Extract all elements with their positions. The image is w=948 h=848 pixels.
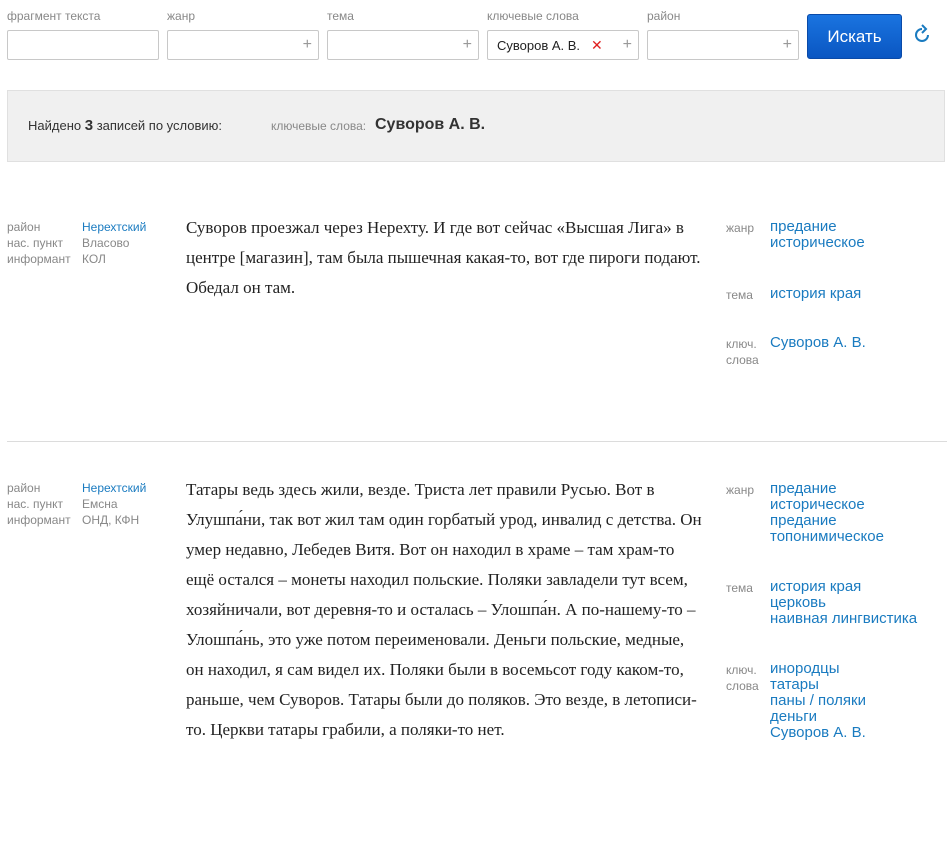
- district-row: район Нерехтский: [7, 480, 177, 496]
- district-label: район: [7, 481, 41, 495]
- found-count: 3: [84, 117, 94, 134]
- settlement-value: Власово: [82, 236, 130, 250]
- district-label: район: [7, 220, 41, 234]
- topic-link[interactable]: церковь: [770, 595, 917, 611]
- informant-value: ОНД, КФН: [82, 513, 140, 527]
- summary-keywords-label: ключевые слова:: [271, 119, 367, 133]
- topic-label: тема: [327, 9, 354, 23]
- topic-link[interactable]: наивная лингвистика: [770, 611, 917, 627]
- genre-link[interactable]: предание топонимическое: [770, 513, 884, 545]
- found-suffix: записей по условию:: [96, 118, 223, 133]
- informant-row: информант КОЛ: [7, 251, 177, 267]
- keyword-link[interactable]: Суворов А. В.: [770, 725, 866, 741]
- informant-row: информант ОНД, КФН: [7, 512, 177, 528]
- record-meta: район Нерехтский нас. пункт Власово инфо…: [7, 219, 177, 267]
- settlement-value: Емсна: [82, 497, 118, 511]
- settlement-row: нас. пункт Власово: [7, 235, 177, 251]
- keyword-tag: Суворов А. В.: [497, 38, 581, 53]
- topic-label: тема: [726, 581, 753, 595]
- district-filter: район +: [647, 8, 799, 60]
- found-count-text: Найдено 3 записей по условию:: [28, 117, 222, 134]
- fragment-input[interactable]: [7, 30, 159, 60]
- topic-link[interactable]: история края: [770, 579, 917, 595]
- keyword-link[interactable]: инородцы: [770, 661, 866, 677]
- keywords-label: ключ. слова: [726, 663, 759, 693]
- genre-input[interactable]: +: [167, 30, 319, 60]
- topic-input[interactable]: +: [327, 30, 479, 60]
- keyword-link[interactable]: татары: [770, 677, 866, 693]
- genre-link[interactable]: предание историческое: [770, 219, 880, 251]
- informant-value: КОЛ: [82, 252, 106, 266]
- plus-icon[interactable]: +: [303, 36, 312, 54]
- genre-link[interactable]: предание историческое: [770, 481, 880, 513]
- record-meta: район Нерехтский нас. пункт Емсна информ…: [7, 480, 177, 528]
- district-label: район: [647, 9, 681, 23]
- results-summary: Найдено 3 записей по условию: ключевые с…: [7, 90, 945, 162]
- genre-label: жанр: [167, 9, 196, 23]
- keyword-values: Суворов А. В.: [770, 335, 866, 351]
- topic-values: история края: [770, 286, 861, 302]
- plus-icon[interactable]: +: [463, 36, 472, 54]
- keyword-link[interactable]: деньги: [770, 709, 866, 725]
- settlement-label: нас. пункт: [7, 497, 63, 511]
- refresh-icon[interactable]: [911, 24, 933, 46]
- district-input[interactable]: +: [647, 30, 799, 60]
- summary-keywords-value: Суворов А. В.: [375, 116, 486, 133]
- plus-icon[interactable]: +: [623, 36, 632, 54]
- district-link[interactable]: Нерехтский: [82, 219, 146, 235]
- genre-filter: жанр +: [167, 8, 319, 60]
- record-text: Суворов проезжал через Нерехту. И где во…: [186, 218, 701, 297]
- record-text: Татары ведь здесь жили, везде. Триста ле…: [186, 480, 702, 739]
- record-divider: [7, 441, 947, 442]
- genre-values: предание историческое: [770, 219, 880, 251]
- search-button[interactable]: Искать: [807, 14, 902, 59]
- informant-label: информант: [7, 513, 71, 527]
- district-link[interactable]: Нерехтский: [82, 480, 146, 496]
- keyword-link[interactable]: Суворов А. В.: [770, 335, 866, 351]
- keywords-label: ключ. слова: [726, 337, 759, 367]
- keywords-label: ключевые слова: [487, 9, 579, 23]
- keyword-values: инородцы татары паны / поляки деньги Сув…: [770, 661, 866, 741]
- keywords-input[interactable]: Суворов А. В. ✕ +: [487, 30, 639, 60]
- topic-filter: тема +: [327, 8, 479, 60]
- found-prefix: Найдено: [28, 118, 82, 133]
- fragment-filter: фрагмент текста: [7, 8, 159, 60]
- keyword-link[interactable]: паны / поляки: [770, 693, 866, 709]
- topic-label: тема: [726, 288, 753, 302]
- keywords-filter: ключевые слова Суворов А. В. ✕ +: [487, 8, 639, 60]
- settlement-row: нас. пункт Емсна: [7, 496, 177, 512]
- topic-link[interactable]: история края: [770, 286, 861, 302]
- informant-label: информант: [7, 252, 71, 266]
- topic-values: история края церковь наивная лингвистика: [770, 579, 917, 627]
- fragment-label: фрагмент текста: [7, 9, 101, 23]
- genre-values: предание историческое предание топонимич…: [770, 481, 884, 545]
- settlement-label: нас. пункт: [7, 236, 63, 250]
- genre-label: жанр: [726, 483, 755, 497]
- genre-label: жанр: [726, 221, 755, 235]
- district-row: район Нерехтский: [7, 219, 177, 235]
- search-filters: фрагмент текста жанр + тема + ключевые с…: [0, 0, 948, 70]
- plus-icon[interactable]: +: [783, 36, 792, 54]
- remove-tag-icon[interactable]: ✕: [591, 37, 603, 53]
